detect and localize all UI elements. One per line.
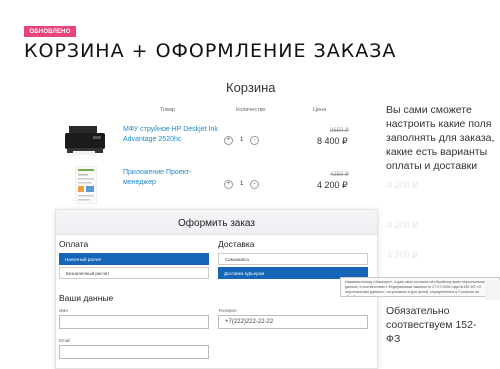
compliance-note: Обязательно соотвествуем 152-ФЗ bbox=[386, 305, 477, 345]
old-price: 9650 ₽ bbox=[330, 128, 349, 134]
product-link-app[interactable]: Приложение Проект-менеджер bbox=[123, 168, 203, 188]
faded-price: 4 200 ₽ bbox=[387, 220, 418, 230]
app-product-image[interactable] bbox=[75, 166, 97, 204]
delivery-option-pickup[interactable]: Самовывоз bbox=[218, 253, 368, 265]
payment-option-cashless[interactable]: Безналичный расчет bbox=[59, 267, 209, 279]
page-headline: КОРЗИНА + ОФОРМЛЕНИЕ ЗАКАЗА bbox=[24, 40, 397, 62]
updated-badge: ОБНОВЛЕНО bbox=[24, 26, 76, 37]
name-input[interactable] bbox=[59, 315, 209, 329]
qty-increase-button[interactable]: + bbox=[224, 180, 233, 189]
col-price-header: Цена bbox=[313, 107, 327, 113]
name-label: Имя bbox=[59, 308, 68, 313]
qty-increase-button[interactable]: + bbox=[224, 136, 233, 145]
old-price: 4350 ₽ bbox=[330, 172, 349, 178]
qty-decrease-button[interactable]: - bbox=[250, 180, 259, 189]
email-label: Email bbox=[59, 338, 71, 343]
payment-label: Оплата bbox=[59, 239, 89, 249]
consent-tooltip: Нажимая кнопку «Заказать», я даю свое со… bbox=[340, 277, 500, 297]
qty-value[interactable]: 1 bbox=[240, 181, 243, 187]
email-input[interactable] bbox=[59, 345, 209, 359]
faded-price: 4 200 ₽ bbox=[387, 180, 418, 190]
delivery-label: Доставка bbox=[218, 239, 255, 249]
cart-title: Корзина bbox=[226, 80, 276, 95]
payment-option-cash[interactable]: Наличный расчет bbox=[59, 253, 209, 265]
col-product-header: Товар bbox=[160, 107, 175, 113]
price: 8 400 ₽ bbox=[317, 136, 348, 146]
qty-value[interactable]: 1 bbox=[240, 137, 243, 143]
checkout-panel: Оформить заказ Оплата Наличный расчет Бе… bbox=[55, 209, 378, 369]
side-description: Вы сами сможете настроить какие поля зап… bbox=[386, 104, 495, 172]
phone-label: Телефон bbox=[218, 308, 237, 313]
product-link-printer[interactable]: МФУ струйное HP Deskjet Ink Advantage 25… bbox=[123, 125, 218, 145]
printer-product-image[interactable] bbox=[63, 124, 107, 158]
price: 4 200 ₽ bbox=[317, 180, 348, 190]
faded-edge bbox=[485, 280, 500, 300]
faded-price: 4 200 ₽ bbox=[387, 250, 418, 260]
qty-decrease-button[interactable]: - bbox=[250, 136, 259, 145]
your-data-heading: Ваши данные bbox=[59, 293, 114, 303]
col-quantity-header: Количество bbox=[236, 107, 266, 113]
phone-input[interactable]: +7(222)222-22-22 bbox=[218, 315, 368, 329]
checkout-title: Оформить заказ bbox=[178, 218, 255, 229]
